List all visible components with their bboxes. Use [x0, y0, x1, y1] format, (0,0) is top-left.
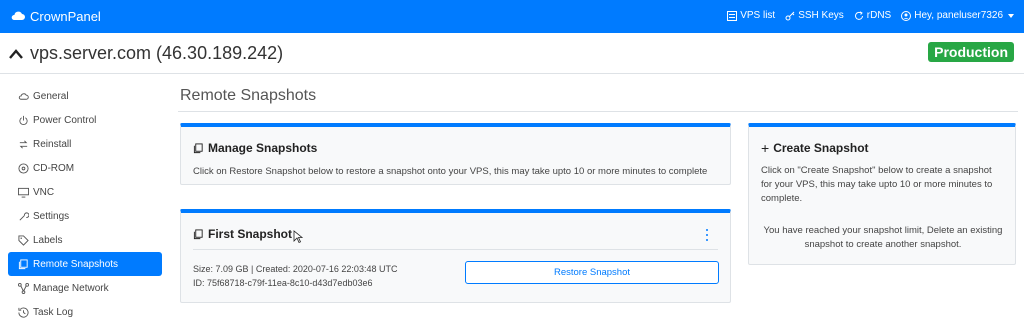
chevron-up-icon[interactable] — [8, 48, 24, 60]
key-icon — [785, 11, 795, 20]
sidebar: General Power Control Reinstall CD-ROM V… — [8, 84, 162, 322]
nav-vps-list-label: VPS list — [740, 10, 776, 21]
sidebar-item-label: Remote Snapshots — [33, 258, 119, 270]
brand-name: CrownPanel — [30, 8, 101, 24]
sidebar-item-cd-rom[interactable]: CD-ROM — [8, 156, 162, 180]
sidebar-item-label: Reinstall — [33, 138, 72, 150]
nav-user-label: Hey, paneluser7326 — [914, 10, 1003, 21]
sidebar-item-labels[interactable]: Labels — [8, 228, 162, 252]
brand[interactable]: CrownPanel — [10, 8, 101, 24]
snapshot-heading: First Snapshot — [193, 227, 292, 241]
restore-snapshot-button[interactable]: Restore Snapshot — [465, 261, 719, 284]
create-snapshot-card: + Create Snapshot Click on "Create Snaps… — [748, 123, 1016, 265]
network-icon — [18, 282, 29, 294]
sidebar-item-settings[interactable]: Settings — [8, 204, 162, 228]
server-header: vps.server.com (46.30.189.242) — [8, 43, 283, 64]
nav-user-menu[interactable]: Hey, paneluser7326 — [901, 10, 1014, 21]
copy-icon — [18, 258, 29, 270]
header-divider — [0, 73, 1024, 74]
sidebar-item-manage-network[interactable]: Manage Network — [8, 276, 162, 300]
reinstall-icon — [18, 139, 29, 150]
nav-vps-list[interactable]: VPS list — [727, 10, 775, 21]
power-icon — [18, 115, 29, 126]
sidebar-item-general[interactable]: General — [8, 84, 162, 108]
log-icon — [18, 307, 29, 318]
manage-snapshots-heading: Manage Snapshots — [193, 141, 317, 155]
sidebar-item-label: General — [33, 90, 69, 102]
create-snapshot-description: Click on "Create Snapshot" below to crea… — [761, 165, 993, 204]
refresh-icon — [854, 10, 863, 20]
caret-down-icon — [1008, 13, 1014, 18]
create-snapshot-title: Create Snapshot — [773, 141, 869, 155]
wrench-icon — [18, 211, 29, 222]
disc-icon — [18, 162, 29, 174]
snapshot-title: First Snapshot — [208, 227, 293, 241]
manage-snapshots-text: Click on Restore Snapshot below to resto… — [193, 166, 708, 177]
cloud-icon — [11, 11, 25, 20]
manage-snapshots-card: Manage Snapshots Click on Restore Snapsh… — [180, 123, 731, 185]
sidebar-item-task-log[interactable]: Task Log — [8, 300, 162, 322]
snapshot-options-icon[interactable] — [706, 229, 710, 241]
mouse-cursor-icon — [293, 230, 303, 244]
monitor-icon — [18, 187, 29, 198]
snapshot-meta: Size: 7.09 GB | Created: 2020-07-16 22:0… — [193, 264, 398, 274]
snapshot-divider — [193, 249, 718, 250]
page-title: Remote Snapshots — [180, 87, 317, 104]
sidebar-item-label: Power Control — [33, 114, 97, 126]
sidebar-item-vnc[interactable]: VNC — [8, 180, 162, 204]
sidebar-item-label: Settings — [33, 210, 70, 222]
sidebar-item-reinstall[interactable]: Reinstall — [8, 132, 162, 156]
sidebar-item-remote-snapshots[interactable]: Remote Snapshots — [8, 252, 162, 276]
cloud-icon — [18, 91, 29, 102]
sidebar-item-power-control[interactable]: Power Control — [8, 108, 162, 132]
environment-badge: Production — [928, 42, 1014, 62]
sidebar-item-label: Labels — [33, 234, 63, 246]
sidebar-item-label: VNC — [33, 186, 55, 198]
snapshot-card: First Snapshot Size: 7.09 GB | Created: … — [180, 209, 731, 303]
copy-icon — [193, 228, 203, 239]
snapshot-limit-notice: You have reached your snapshot limit, De… — [763, 225, 1003, 250]
nav-rdns-label: rDNS — [866, 10, 892, 21]
snapshot-id: ID: 75f68718-c79f-11ea-8c10-d43d7edb03e6 — [193, 278, 373, 288]
top-navbar: CrownPanel VPS list SSH Keys rDNS Hey, p… — [0, 0, 1024, 33]
plus-icon: + — [761, 139, 770, 156]
server-title: vps.server.com (46.30.189.242) — [30, 43, 284, 63]
sidebar-item-label: CD-ROM — [33, 162, 75, 174]
sidebar-item-label: Task Log — [33, 306, 74, 318]
nav-ssh-keys-label: SSH Keys — [798, 10, 844, 21]
tag-icon — [18, 234, 29, 246]
create-snapshot-heading: + Create Snapshot — [761, 139, 869, 156]
nav-links: VPS list SSH Keys rDNS Hey, paneluser732… — [727, 10, 1014, 21]
user-circle-icon — [901, 10, 912, 21]
list-icon — [727, 10, 738, 21]
manage-snapshots-title: Manage Snapshots — [208, 141, 318, 155]
sidebar-item-label: Manage Network — [33, 282, 109, 294]
nav-ssh-keys[interactable]: SSH Keys — [785, 10, 844, 21]
copy-icon — [193, 142, 203, 153]
nav-rdns[interactable]: rDNS — [854, 10, 891, 21]
title-divider — [178, 111, 1018, 112]
